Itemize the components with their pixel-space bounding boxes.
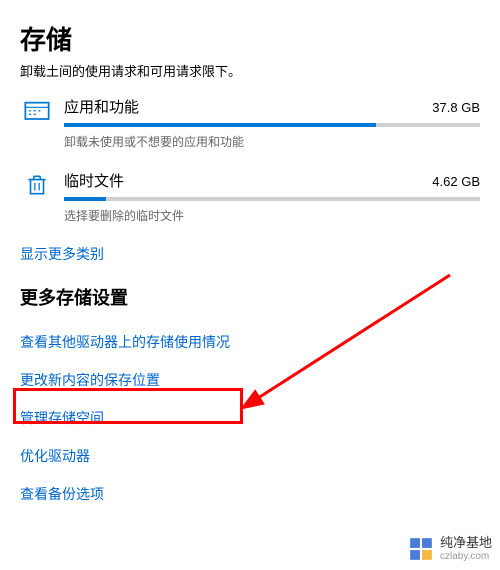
storage-item-apps[interactable]: 应用和功能 37.8 GB 卸载未使用或不想要的应用和功能 bbox=[20, 96, 480, 150]
progress-bar bbox=[64, 197, 480, 201]
truncated-desc: 卸载土间的使用请求和可用请求限下。 bbox=[20, 61, 480, 80]
storage-desc: 选择要删除的临时文件 bbox=[64, 207, 480, 224]
link-optimize-drives[interactable]: 优化驱动器 bbox=[20, 446, 480, 466]
storage-name: 临时文件 bbox=[64, 170, 124, 191]
watermark: 纯净基地 czlaby.com bbox=[408, 536, 492, 562]
page-title: 存储 bbox=[20, 20, 480, 57]
apps-icon bbox=[20, 98, 54, 132]
storage-item-temp[interactable]: 临时文件 4.62 GB 选择要删除的临时文件 bbox=[20, 170, 480, 224]
trash-icon bbox=[20, 172, 54, 206]
storage-size: 4.62 GB bbox=[432, 174, 480, 189]
link-change-save-location[interactable]: 更改新内容的保存位置 bbox=[20, 370, 480, 390]
section-title: 更多存储设置 bbox=[20, 284, 480, 310]
storage-name: 应用和功能 bbox=[64, 96, 139, 117]
link-manage-storage[interactable]: 管理存储空间 bbox=[20, 408, 480, 428]
progress-bar bbox=[64, 123, 480, 127]
link-other-drives[interactable]: 查看其他驱动器上的存储使用情况 bbox=[20, 332, 480, 352]
show-more-link[interactable]: 显示更多类别 bbox=[20, 244, 480, 264]
watermark-title: 纯净基地 bbox=[440, 536, 492, 550]
watermark-logo-icon bbox=[408, 536, 434, 562]
watermark-url: czlaby.com bbox=[440, 551, 492, 562]
link-backup-options[interactable]: 查看备份选项 bbox=[20, 484, 480, 504]
storage-desc: 卸载未使用或不想要的应用和功能 bbox=[64, 133, 480, 150]
storage-size: 37.8 GB bbox=[432, 100, 480, 115]
